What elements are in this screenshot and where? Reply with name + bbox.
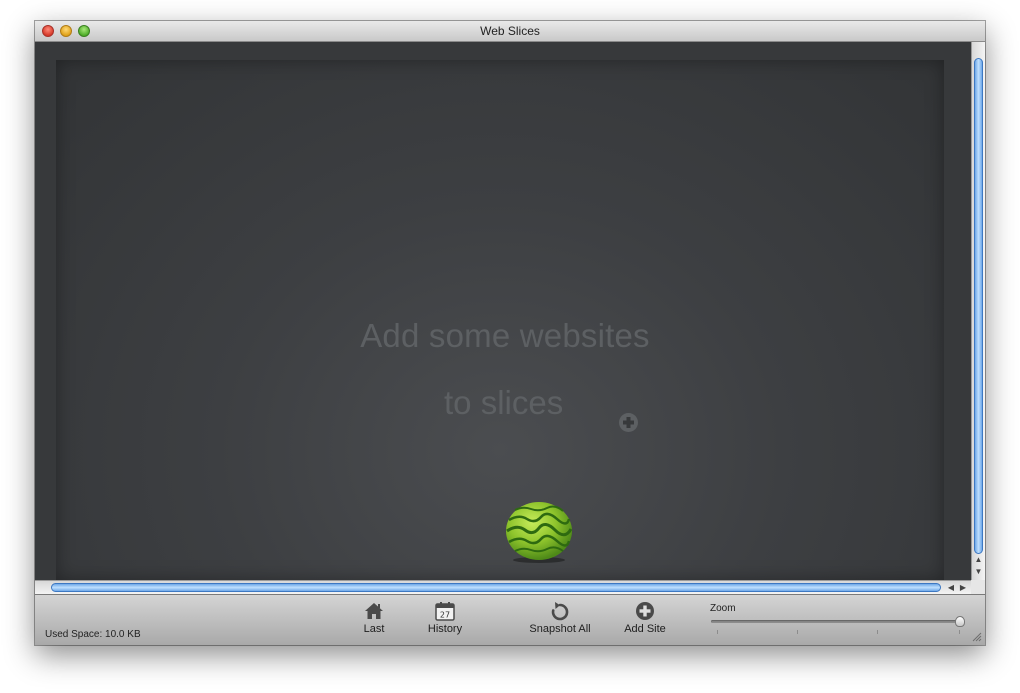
zoom-label: Zoom	[710, 603, 736, 614]
watermelon-logo-icon	[506, 502, 573, 563]
add-circle-icon	[636, 602, 654, 620]
add-site-label: Add Site	[624, 623, 666, 635]
last-button-label: Last	[363, 623, 385, 635]
window-title: Web Slices	[480, 24, 540, 38]
bottom-toolbar: Used Space: 10.0 KB Last 27 History Snap…	[35, 594, 985, 645]
vertical-scrollbar[interactable]: ▲ ▼	[971, 42, 985, 580]
scroll-down-arrow-icon[interactable]: ▼	[972, 566, 985, 578]
snapshot-all-label: Snapshot All	[529, 623, 591, 635]
calendar-day: 27	[440, 611, 450, 620]
history-button[interactable]: 27 History	[424, 601, 466, 643]
resize-grip-icon[interactable]	[970, 630, 982, 642]
refresh-icon	[551, 602, 569, 621]
snapshot-all-button[interactable]: Snapshot All	[524, 601, 596, 643]
scroll-left-arrow-icon[interactable]: ◀	[945, 581, 957, 594]
zoom-tick	[877, 630, 878, 634]
zoom-slider-track[interactable]	[711, 620, 963, 623]
scroll-right-arrow-icon[interactable]: ▶	[957, 581, 969, 594]
vertical-scroll-thumb[interactable]	[974, 58, 983, 554]
zoom-tick	[797, 630, 798, 634]
history-button-label: History	[427, 623, 463, 635]
zoom-tick	[717, 630, 718, 634]
empty-state-line-1: Add some websites	[360, 317, 650, 354]
horizontal-scrollbar[interactable]: ◀ ▶	[35, 580, 971, 594]
scroll-corner	[971, 580, 985, 594]
add-site-button[interactable]: Add Site	[621, 601, 669, 643]
zoom-tick	[959, 630, 960, 634]
home-icon	[365, 603, 383, 619]
used-space-label: Used Space: 10.0 KB	[45, 629, 141, 640]
horizontal-scroll-thumb[interactable]	[51, 583, 941, 592]
app-window: Web Slices Add some websites to slices ▲…	[35, 21, 985, 645]
add-plus-icon[interactable]	[618, 412, 639, 433]
zoom-slider-knob[interactable]	[955, 616, 965, 627]
scroll-up-arrow-icon[interactable]: ▲	[972, 554, 985, 566]
slices-canvas: Add some websites to slices	[35, 42, 971, 580]
empty-state-line-2: to slices	[444, 384, 564, 421]
title-bar[interactable]: Web Slices	[35, 21, 985, 42]
last-button[interactable]: Last	[359, 601, 389, 643]
calendar-icon: 27	[435, 602, 455, 621]
